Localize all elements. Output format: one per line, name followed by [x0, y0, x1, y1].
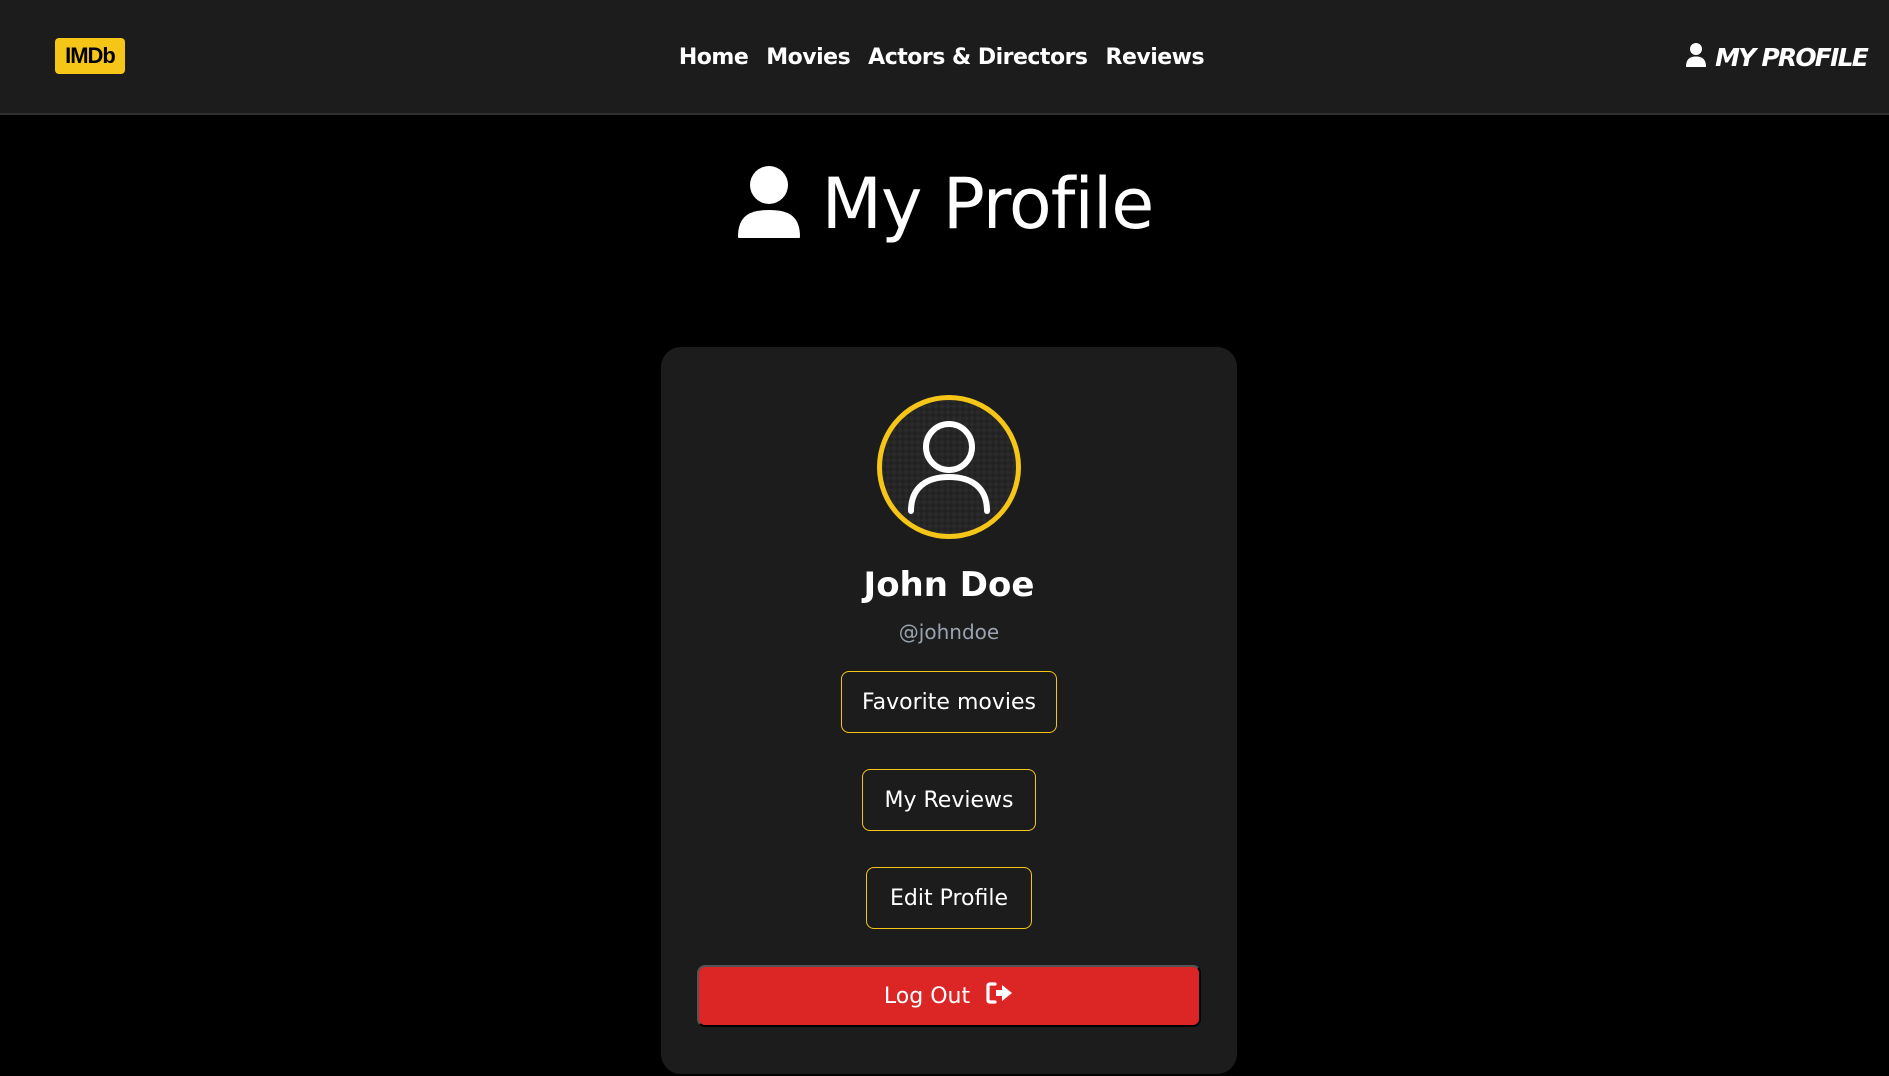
main-nav: Home Movies Actors & Directors Reviews [0, 0, 1889, 115]
avatar [877, 395, 1021, 539]
user-icon [736, 165, 802, 243]
nav-my-profile-label: MY PROFILE [1715, 42, 1869, 72]
page-heading: My Profile [0, 158, 1889, 250]
edit-profile-button[interactable]: Edit Profile [866, 867, 1032, 929]
nav-link-movies[interactable]: Movies [766, 45, 850, 70]
sign-out-icon [986, 981, 1014, 1011]
logout-button[interactable]: Log Out [697, 965, 1201, 1027]
page-title: My Profile [821, 163, 1155, 245]
user-outline-icon [895, 411, 1003, 523]
favorite-movies-button[interactable]: Favorite movies [841, 671, 1057, 733]
nav-link-home[interactable]: Home [679, 45, 749, 70]
top-navbar: IMDb Home Movies Actors & Directors Revi… [0, 0, 1889, 115]
logout-label: Log Out [883, 983, 971, 1009]
nav-my-profile-link[interactable]: MY PROFILE [1685, 38, 1869, 76]
profile-card: John Doe @johndoe Favorite movies My Rev… [661, 347, 1237, 1074]
user-icon [1685, 42, 1707, 72]
nav-link-reviews[interactable]: Reviews [1106, 45, 1205, 70]
user-handle: @johndoe [898, 620, 1000, 644]
my-reviews-button[interactable]: My Reviews [862, 769, 1036, 831]
user-name: John Doe [863, 565, 1035, 605]
nav-link-actors-directors[interactable]: Actors & Directors [868, 45, 1088, 70]
